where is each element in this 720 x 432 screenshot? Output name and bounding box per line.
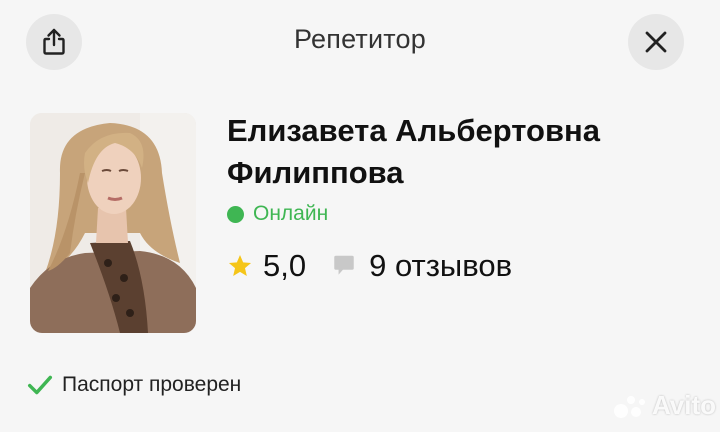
comment-icon	[334, 255, 354, 275]
tutor-name-line1: Елизавета Альбертовна	[227, 113, 600, 148]
rating-row[interactable]: 5,0 9 отзывов	[227, 246, 697, 286]
star-icon	[228, 254, 252, 276]
watermark-text: Avito	[652, 390, 717, 420]
reviews-link[interactable]: 9 отзывов	[369, 248, 512, 284]
rating-value: 5,0	[263, 248, 307, 283]
passport-verified: Паспорт проверен	[27, 372, 241, 398]
passport-verified-label: Паспорт проверен	[62, 373, 242, 396]
avito-logo-icon	[614, 395, 645, 418]
online-status-label: Онлайн	[253, 202, 329, 225]
online-status: Онлайн	[227, 200, 697, 228]
close-icon	[645, 31, 667, 53]
tutor-name-line2: Филиппова	[227, 155, 404, 190]
check-icon	[27, 375, 53, 395]
online-dot-icon	[227, 205, 244, 223]
tutor-portrait	[30, 113, 196, 333]
close-button[interactable]	[628, 14, 684, 70]
tutor-photo[interactable]	[30, 113, 196, 333]
avito-watermark: Avito	[612, 390, 716, 421]
page-title: Репетитор	[294, 24, 426, 54]
tutor-name: Елизавета Альбертовна Филиппова	[227, 110, 697, 194]
header: Репетитор	[0, 0, 720, 84]
profile-info: Елизавета Альбертовна Филиппова Онлайн 5…	[227, 110, 697, 286]
